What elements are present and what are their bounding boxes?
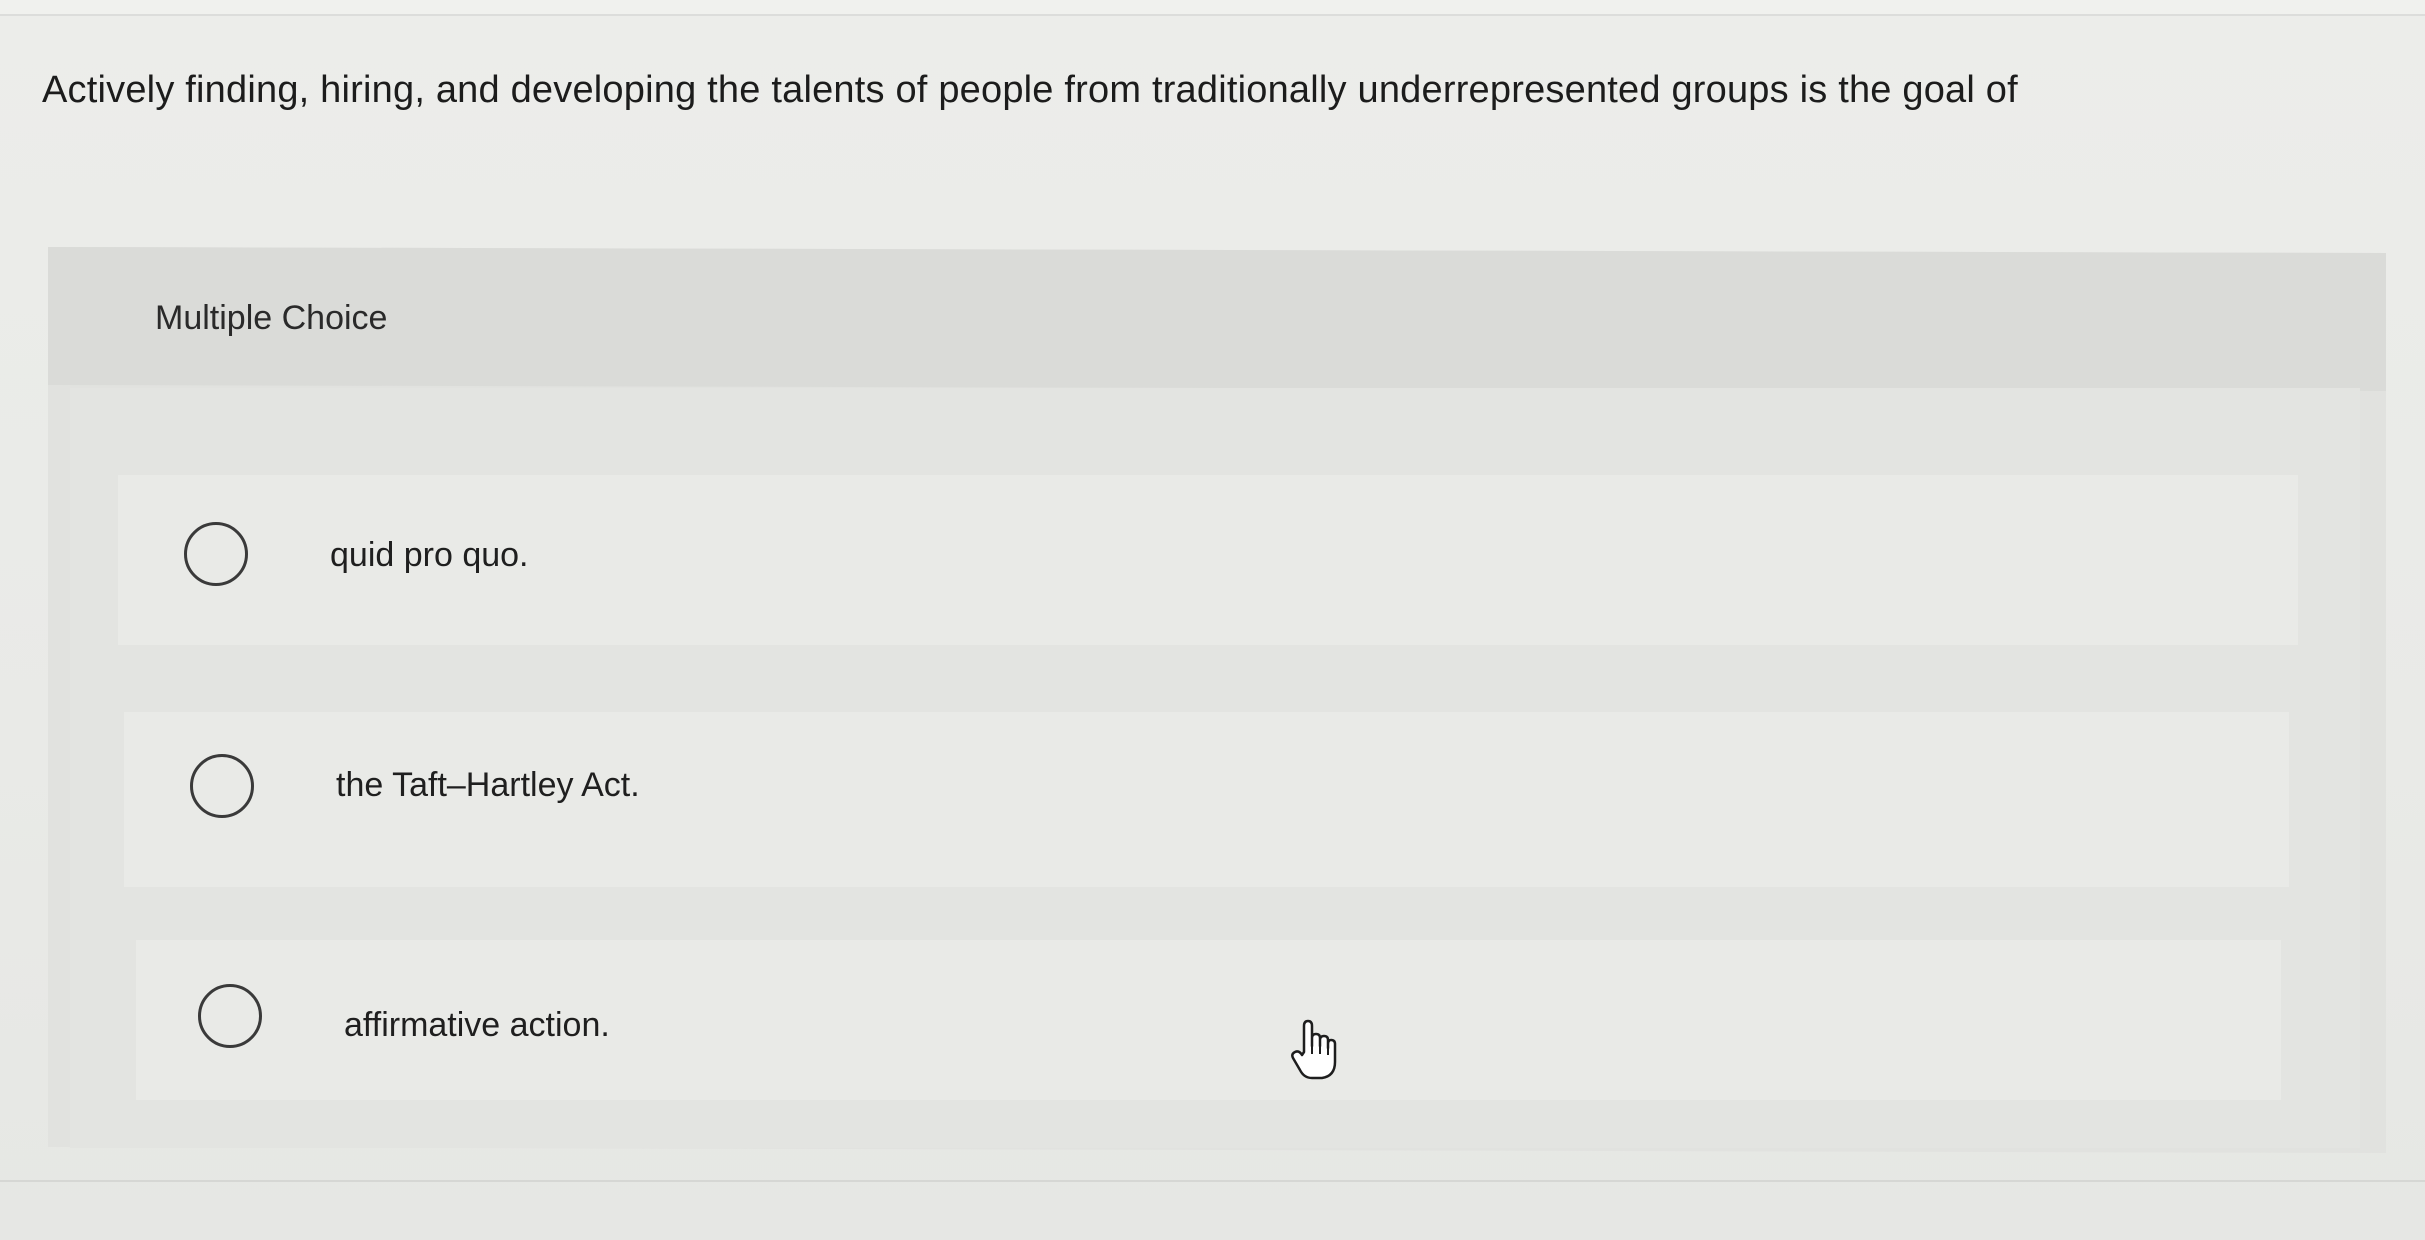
multiple-choice-label: Multiple Choice (155, 299, 388, 337)
option-label: the Taft–Hartley Act. (336, 766, 640, 804)
bottom-divider (0, 1180, 2425, 1182)
option-taft-hartley-act[interactable]: the Taft–Hartley Act. (124, 712, 2289, 887)
question-text: Actively finding, hiring, and developing… (42, 69, 2018, 111)
option-label: quid pro quo. (330, 536, 529, 574)
top-edge (0, 0, 2425, 16)
option-quid-pro-quo[interactable]: quid pro quo. (118, 475, 2298, 645)
screen: Actively finding, hiring, and developing… (0, 0, 2425, 1240)
radio-unselected-icon[interactable] (198, 984, 262, 1048)
multiple-choice-header (48, 246, 2386, 392)
option-label: affirmative action. (344, 1006, 610, 1044)
radio-unselected-icon[interactable] (184, 522, 248, 586)
radio-unselected-icon[interactable] (190, 754, 254, 818)
hand-pointer-cursor-icon (1291, 1019, 1337, 1080)
option-affirmative-action[interactable]: affirmative action. (136, 940, 2281, 1100)
